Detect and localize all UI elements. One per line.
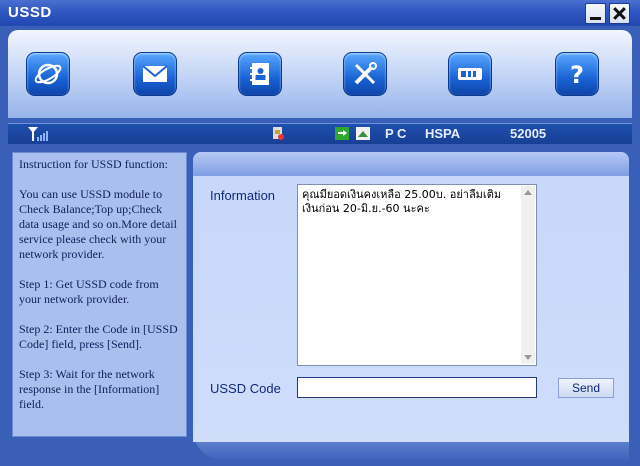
- help-button[interactable]: ?: [555, 52, 599, 96]
- svg-text:?: ?: [570, 61, 584, 89]
- ussd-form: Information คุณมียอดเงินคงเหลือ 25.00บ. …: [193, 152, 629, 442]
- contacts-button[interactable]: [238, 52, 282, 96]
- scroll-up-icon[interactable]: [521, 186, 535, 200]
- form-header: [193, 152, 629, 176]
- internet-icon: [34, 63, 62, 85]
- internet-button[interactable]: [26, 52, 70, 96]
- settings-icon: [354, 62, 377, 85]
- instructions-step2: Step 2: Enter the Code in [USSD Code] fi…: [19, 322, 178, 351]
- information-text: คุณมียอดเงินคงเหลือ 25.00บ. อย่าลืมเติมเ…: [302, 188, 502, 215]
- information-label: Information: [210, 188, 276, 203]
- toolbar: ?: [8, 30, 632, 118]
- instructions-panel: Instruction for USSD function: You can u…: [12, 152, 187, 437]
- send-button[interactable]: Send: [558, 378, 614, 398]
- ussd-code-label: USSD Code: [210, 381, 281, 396]
- title-bar: USSD: [0, 0, 640, 26]
- status-bar: P C HSPA 52005: [8, 123, 632, 144]
- operator-code: 52005: [510, 126, 547, 141]
- contacts-icon: [250, 63, 269, 85]
- information-scrollbar[interactable]: [521, 186, 535, 364]
- signal-strength-icon: [28, 127, 48, 141]
- connection-label: P C: [385, 126, 407, 141]
- ussd-code-input[interactable]: [297, 377, 537, 398]
- sms-button[interactable]: [133, 52, 177, 96]
- connect-icon: [335, 127, 349, 140]
- sms-icon: [142, 65, 168, 82]
- close-button[interactable]: [609, 3, 630, 24]
- settings-button[interactable]: [343, 52, 387, 96]
- instructions-step1: Step 1: Get USSD code from your network …: [19, 277, 159, 306]
- network-type: HSPA: [425, 126, 461, 141]
- help-icon: ?: [570, 61, 584, 89]
- device-icon: [458, 68, 482, 80]
- sim-card-icon: [273, 127, 284, 140]
- instructions-intro: You can use USSD module to Check Balance…: [19, 187, 177, 261]
- minimize-button[interactable]: [585, 3, 606, 24]
- device-button[interactable]: [448, 52, 492, 96]
- instructions-heading: Instruction for USSD function:: [19, 157, 168, 171]
- message-status-icon: [356, 127, 370, 140]
- window-title: USSD: [8, 4, 52, 21]
- main-panel: Instruction for USSD function: You can u…: [8, 148, 632, 460]
- scroll-down-icon[interactable]: [521, 350, 535, 364]
- instructions-step3: Step 3: Wait for the network response in…: [19, 367, 160, 411]
- ussd-window: USSD ? P C HSPA 52005 Instruction for US…: [0, 0, 640, 466]
- information-field[interactable]: คุณมียอดเงินคงเหลือ 25.00บ. อย่าลืมเติมเ…: [297, 184, 537, 366]
